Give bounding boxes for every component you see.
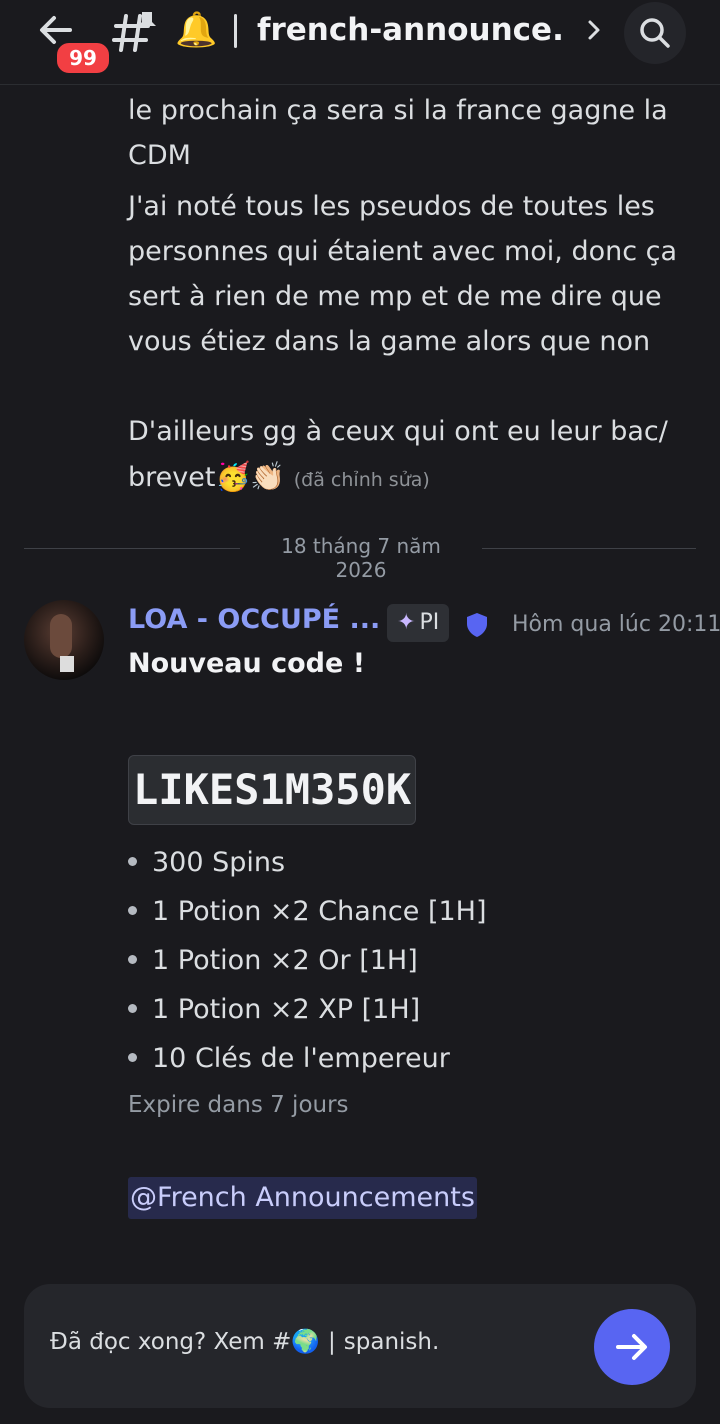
search-icon bbox=[640, 18, 670, 48]
reward-text: 10 Clés de l'empereur bbox=[152, 1043, 450, 1074]
globe-icon: 🌍 bbox=[291, 1329, 321, 1355]
message-text-line: D'ailleurs gg à ceux qui ont eu leur bac… bbox=[128, 409, 698, 503]
reward-text: 1 Potion ×2 Chance [1H] bbox=[152, 896, 487, 927]
server-tag[interactable]: ✦ PI bbox=[387, 604, 450, 642]
bell-icon[interactable]: 🔔 bbox=[175, 8, 217, 52]
read-next-banner[interactable]: Đã đọc xong? Xem #🌍 | spanish. bbox=[24, 1284, 696, 1408]
list-item: 300 Spins bbox=[128, 838, 487, 887]
divider-date: 18 tháng 7 năm 2026 bbox=[281, 534, 441, 582]
unread-badge: 99 bbox=[54, 40, 112, 76]
author-name[interactable]: LOA - OCCUPÉ ... bbox=[128, 604, 380, 635]
divider-line bbox=[24, 548, 240, 549]
message-heading: Nouveau code ! bbox=[128, 648, 366, 679]
chevron-right-icon[interactable] bbox=[584, 16, 604, 44]
server-tag-label: PI bbox=[419, 610, 440, 635]
bullet bbox=[128, 954, 137, 964]
shield-icon bbox=[466, 612, 488, 642]
list-item: 10 Clés de l'empereur bbox=[128, 1034, 487, 1083]
bullet bbox=[128, 905, 137, 915]
edited-label: (đã chỉnh sửa) bbox=[293, 469, 430, 491]
separator: | bbox=[328, 1329, 336, 1355]
celebration-emojis: 🥳👏🏻 bbox=[215, 460, 286, 493]
next-channel-name[interactable]: spanish. bbox=[344, 1329, 440, 1355]
message-text-line: J'ai noté tous les pseudos de toutes les… bbox=[128, 191, 678, 357]
bullet bbox=[128, 856, 137, 866]
avatar[interactable] bbox=[24, 600, 104, 680]
search-button[interactable] bbox=[624, 2, 686, 64]
reward-text: 1 Potion ×2 XP [1H] bbox=[152, 994, 421, 1025]
reward-text: 1 Potion ×2 Or [1H] bbox=[152, 945, 418, 976]
avatar-collar bbox=[60, 656, 74, 672]
sparkle-icon: ✦ bbox=[397, 610, 416, 635]
channel-header: 99 🔔 french-announce... bbox=[0, 0, 720, 85]
message-timestamp: Hôm qua lúc 20:11 bbox=[512, 612, 720, 637]
reward-list: 300 Spins 1 Potion ×2 Chance [1H] 1 Poti… bbox=[128, 838, 487, 1083]
bullet bbox=[128, 1052, 137, 1062]
header-divider bbox=[234, 14, 237, 48]
reward-text: 300 Spins bbox=[152, 847, 286, 878]
go-next-channel-button[interactable] bbox=[594, 1309, 670, 1385]
list-item: 1 Potion ×2 Or [1H] bbox=[128, 936, 487, 985]
read-next-prompt: Đã đọc xong? Xem # bbox=[50, 1329, 292, 1355]
list-item: 1 Potion ×2 XP [1H] bbox=[128, 985, 487, 1034]
expiry-note: Expire dans 7 jours bbox=[128, 1092, 349, 1118]
date-divider: 18 tháng 7 năm 2026 bbox=[24, 534, 696, 582]
role-mention[interactable]: @French Announcements bbox=[128, 1177, 477, 1219]
avatar-figure bbox=[50, 614, 72, 658]
code-block[interactable]: LIKES1M350K bbox=[128, 755, 417, 825]
arrow-right-icon bbox=[616, 1334, 647, 1360]
list-item: 1 Potion ×2 Chance [1H] bbox=[128, 887, 487, 936]
divider-line bbox=[482, 548, 696, 549]
message-text-line: le prochain ça sera si la france gagne l… bbox=[128, 95, 668, 171]
read-next-text: Đã đọc xong? Xem #🌍 | spanish. bbox=[50, 1328, 439, 1355]
announcement-channel-icon bbox=[112, 10, 160, 54]
channel-title[interactable]: french-announce... bbox=[257, 12, 567, 48]
bullet bbox=[128, 1003, 137, 1013]
